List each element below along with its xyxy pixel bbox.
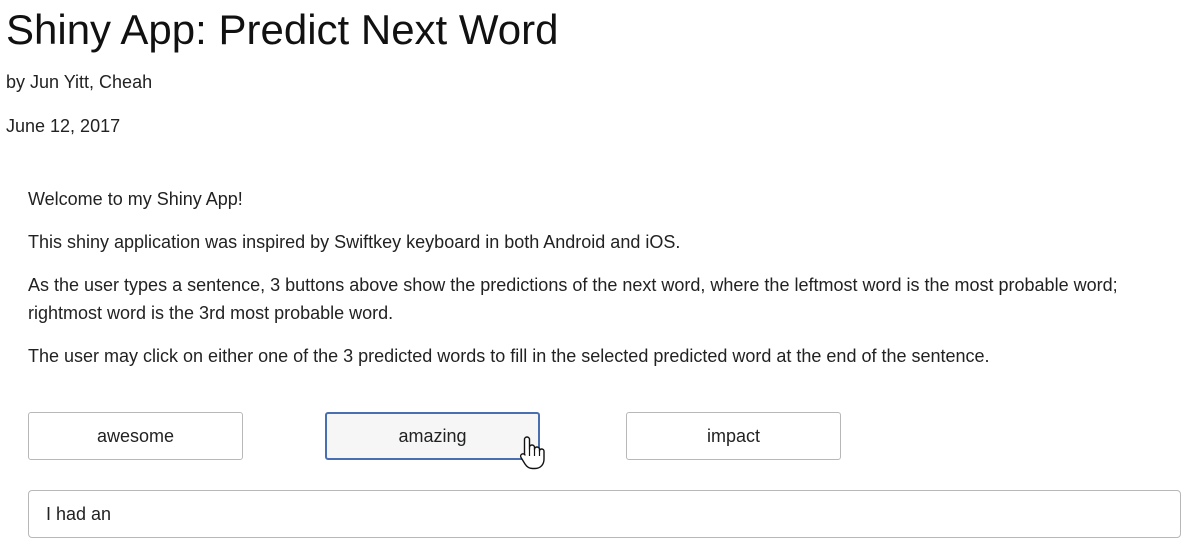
prediction-button-1[interactable]: awesome [28, 412, 243, 460]
author-line: by Jun Yitt, Cheah [6, 72, 153, 92]
page: Shiny App: Predict Next Word by Jun Yitt… [0, 0, 1195, 552]
intro-welcome: Welcome to my Shiny App! [28, 189, 243, 209]
hand-pointer-icon [519, 436, 545, 470]
intro-inspiration: This shiny application was inspired by S… [28, 232, 681, 252]
date-line: June 12, 2017 [6, 116, 121, 136]
intro-section: Welcome to my Shiny App! This shiny appl… [28, 185, 1178, 370]
prediction-button-2[interactable]: amazing [325, 412, 540, 460]
intro-usage: As the user types a sentence, 3 buttons … [28, 275, 1118, 323]
intro-click-instruction: The user may click on either one of the … [28, 346, 990, 366]
prediction-button-3[interactable]: impact [626, 412, 841, 460]
sentence-input[interactable] [28, 490, 1181, 538]
page-title: Shiny App: Predict Next Word [6, 6, 559, 53]
